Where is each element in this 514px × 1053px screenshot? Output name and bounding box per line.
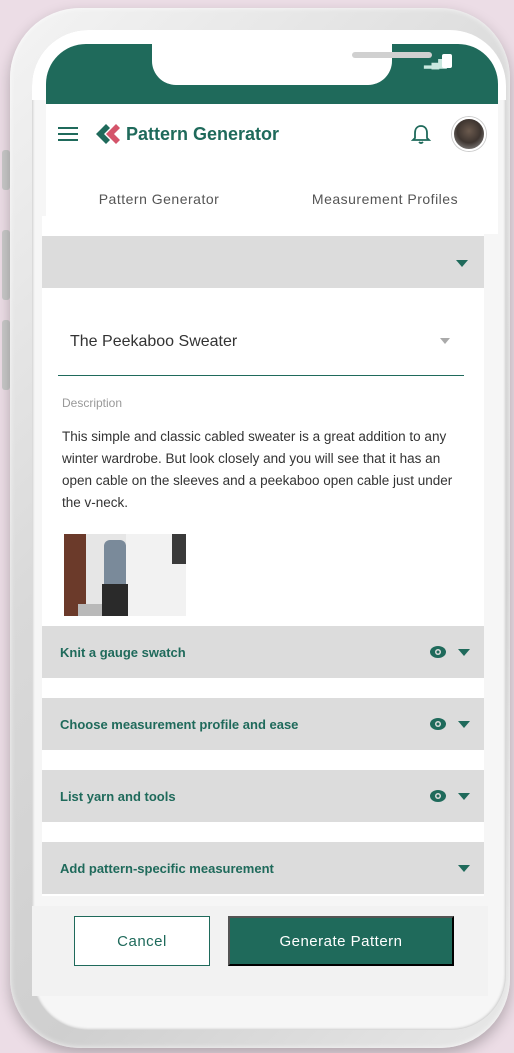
- caret-down-icon[interactable]: [458, 864, 470, 872]
- status-bar: ▂▄▆: [32, 30, 506, 104]
- section-title: Add pattern-specific measurement: [60, 860, 274, 876]
- hamburger-icon[interactable]: [58, 127, 78, 141]
- section-gap: [42, 678, 484, 698]
- description-label: Description: [62, 396, 123, 410]
- pattern-form: The Peekaboo Sweater Description This si…: [42, 216, 484, 896]
- phone-side-button-top: [2, 150, 10, 190]
- phone-notch: [152, 30, 432, 85]
- cancel-button[interactable]: Cancel: [74, 916, 210, 966]
- caret-down-icon[interactable]: [458, 720, 470, 728]
- pattern-select[interactable]: The Peekaboo Sweater: [58, 308, 464, 376]
- section-yarn-tools[interactable]: List yarn and tools: [42, 770, 484, 822]
- section-icons: [430, 646, 470, 658]
- section-gap: [42, 822, 484, 842]
- app-header: Pattern Generator: [46, 104, 498, 164]
- phone-side-button-mid: [2, 230, 10, 300]
- section-title: Choose measurement profile and ease: [60, 716, 299, 732]
- section-gauge-swatch[interactable]: Knit a gauge swatch: [42, 626, 484, 678]
- section-icons: [458, 864, 470, 872]
- caret-down-icon[interactable]: [456, 260, 468, 267]
- select-caret-icon[interactable]: [440, 338, 450, 344]
- battery-icon: [442, 54, 452, 68]
- section-title: List yarn and tools: [60, 788, 176, 804]
- section-gap: [42, 750, 484, 770]
- section-icons: [430, 718, 470, 730]
- section-pattern-measurement[interactable]: Add pattern-specific measurement: [42, 842, 484, 894]
- pattern-selector-header[interactable]: [42, 236, 484, 288]
- logo-icon: [96, 124, 120, 144]
- header-actions: [410, 117, 486, 151]
- eye-icon[interactable]: [430, 790, 446, 802]
- eye-icon[interactable]: [430, 646, 446, 658]
- section-measurement-profile[interactable]: Choose measurement profile and ease: [42, 698, 484, 750]
- section-title: Knit a gauge swatch: [60, 644, 186, 660]
- phone-side-button-bottom: [2, 320, 10, 390]
- speaker-icon: [352, 52, 432, 58]
- avatar[interactable]: [452, 117, 486, 151]
- app-title: Pattern Generator: [126, 123, 280, 144]
- pattern-select-value: The Peekaboo Sweater: [70, 332, 238, 350]
- description-text: This simple and classic cabled sweater i…: [62, 429, 453, 510]
- eye-icon[interactable]: [430, 718, 446, 730]
- caret-down-icon[interactable]: [458, 648, 470, 656]
- section-icons: [430, 790, 470, 802]
- generate-pattern-button[interactable]: Generate Pattern: [228, 916, 454, 966]
- caret-down-icon[interactable]: [458, 792, 470, 800]
- pattern-photo: [64, 534, 186, 616]
- bell-icon[interactable]: [410, 123, 432, 145]
